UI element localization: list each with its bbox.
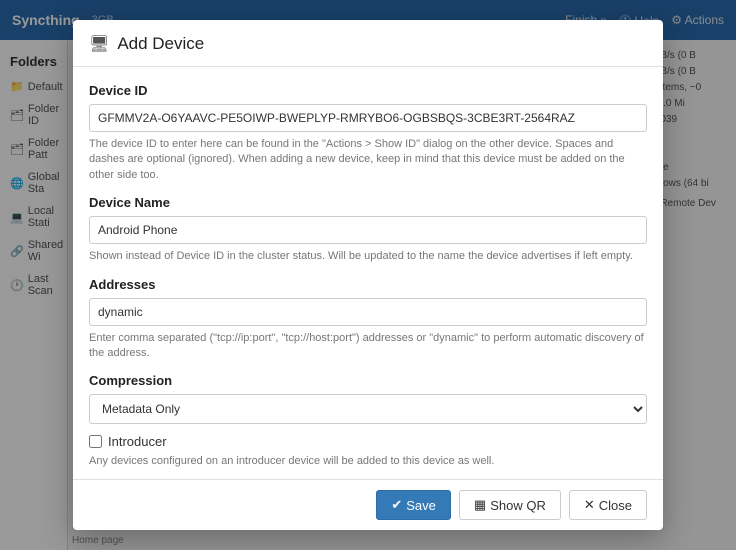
monitor-icon: 🖥 — [89, 34, 109, 54]
addresses-input[interactable] — [89, 298, 647, 326]
introducer-help: Any devices configured on an introducer … — [89, 454, 647, 469]
addresses-label: Addresses — [89, 277, 647, 292]
modal-body: Device ID The device ID to enter here ca… — [73, 67, 663, 479]
compression-select[interactable]: Metadata Only All Data Nothing — [89, 394, 647, 424]
modal-footer: ✔ Save ▦ Show QR ✕ Close — [73, 479, 663, 530]
device-id-input[interactable] — [89, 104, 647, 132]
show-qr-button[interactable]: ▦ Show QR — [459, 490, 561, 520]
introducer-group: Introducer Any devices configured on an … — [89, 434, 647, 469]
device-name-label: Device Name — [89, 195, 647, 210]
close-button[interactable]: ✕ Close — [569, 490, 647, 520]
device-name-input[interactable] — [89, 216, 647, 244]
modal-header: 🖥 Add Device — [73, 20, 663, 67]
device-id-group: Device ID The device ID to enter here ca… — [89, 83, 647, 183]
device-id-help: The device ID to enter here can be found… — [89, 137, 647, 183]
introducer-row: Introducer — [89, 434, 647, 449]
introducer-label: Introducer — [108, 434, 167, 449]
qr-icon: ▦ — [474, 497, 486, 513]
device-id-label: Device ID — [89, 83, 647, 98]
modal-overlay: 🖥 Add Device Device ID The device ID to … — [0, 0, 736, 550]
modal-title: Add Device — [117, 34, 204, 54]
introducer-checkbox[interactable] — [89, 435, 102, 448]
checkmark-icon: ✔ — [391, 497, 402, 513]
addresses-help: Enter comma separated ("tcp://ip:port", … — [89, 331, 647, 362]
compression-group: Compression Metadata Only All Data Nothi… — [89, 373, 647, 424]
save-button[interactable]: ✔ Save — [376, 490, 451, 520]
compression-label: Compression — [89, 373, 647, 388]
add-device-modal: 🖥 Add Device Device ID The device ID to … — [73, 20, 663, 530]
device-name-help: Shown instead of Device ID in the cluste… — [89, 249, 647, 264]
addresses-group: Addresses Enter comma separated ("tcp://… — [89, 277, 647, 362]
close-icon: ✕ — [584, 497, 595, 513]
device-name-group: Device Name Shown instead of Device ID i… — [89, 195, 647, 264]
